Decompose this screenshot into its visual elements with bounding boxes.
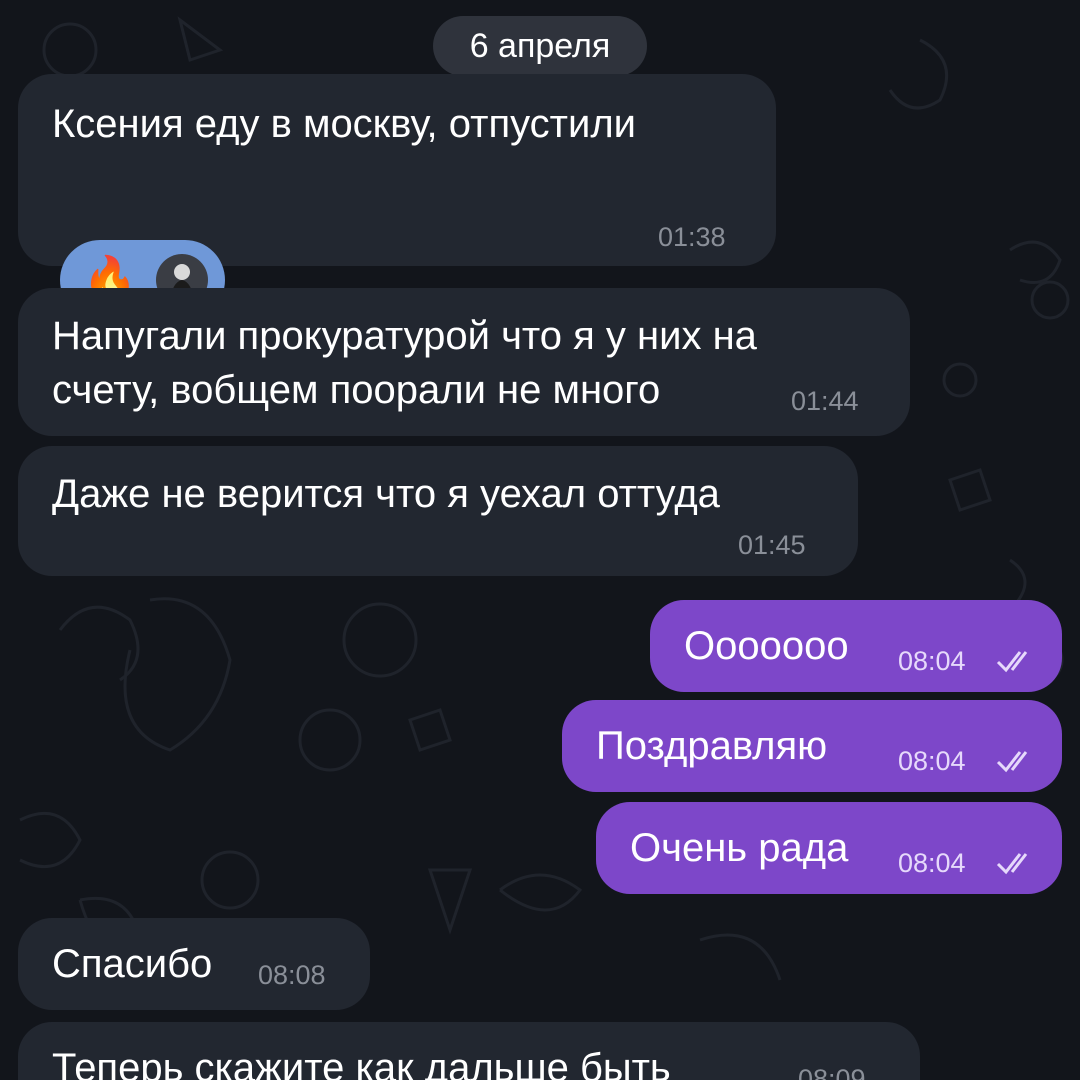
outgoing-message[interactable]: Поздравляю 08:04 [562, 700, 1062, 792]
message-text: Даже не верится что я уехал оттуда [52, 472, 720, 516]
message-time: 08:04 [898, 646, 966, 676]
message-time: 08:08 [258, 960, 326, 990]
double-check-icon [996, 853, 1028, 875]
outgoing-message[interactable]: Очень рада 08:04 [596, 802, 1062, 894]
message-text: Очень рада [630, 826, 849, 870]
message-text-line: счету, вобщем поорали не много [52, 368, 661, 412]
double-check-icon [996, 651, 1028, 673]
message-text: Ооооооо [684, 624, 849, 668]
incoming-message[interactable]: Даже не верится что я уехал оттуда 01:45 [18, 446, 858, 576]
message-time: 01:38 [658, 222, 726, 252]
message-text: Ксения еду в москву, отпустили [52, 102, 637, 146]
double-check-icon [996, 751, 1028, 773]
message-time: 01:44 [791, 386, 859, 416]
message-time: 08:04 [898, 848, 966, 878]
incoming-message[interactable]: Спасибо 08:08 [18, 918, 370, 1010]
message-time: 08:04 [898, 746, 966, 776]
outgoing-message[interactable]: Ооооооо 08:04 [650, 600, 1062, 692]
incoming-message[interactable]: Теперь скажите как дальше быть 08:09 [18, 1022, 920, 1080]
incoming-message[interactable]: Напугали прокуратурой что я у них на сче… [18, 288, 910, 436]
message-time: 08:09 [798, 1064, 866, 1080]
date-divider: 6 апреля [433, 16, 647, 76]
message-time: 01:45 [738, 530, 806, 560]
message-text: Спасибо [52, 942, 213, 986]
message-text-line: Напугали прокуратурой что я у них на [52, 314, 757, 358]
message-text: Поздравляю [596, 724, 828, 768]
message-text: Теперь скажите как дальше быть [52, 1046, 671, 1080]
incoming-message[interactable]: Ксения еду в москву, отпустили 🔥 01:38 [18, 74, 776, 320]
